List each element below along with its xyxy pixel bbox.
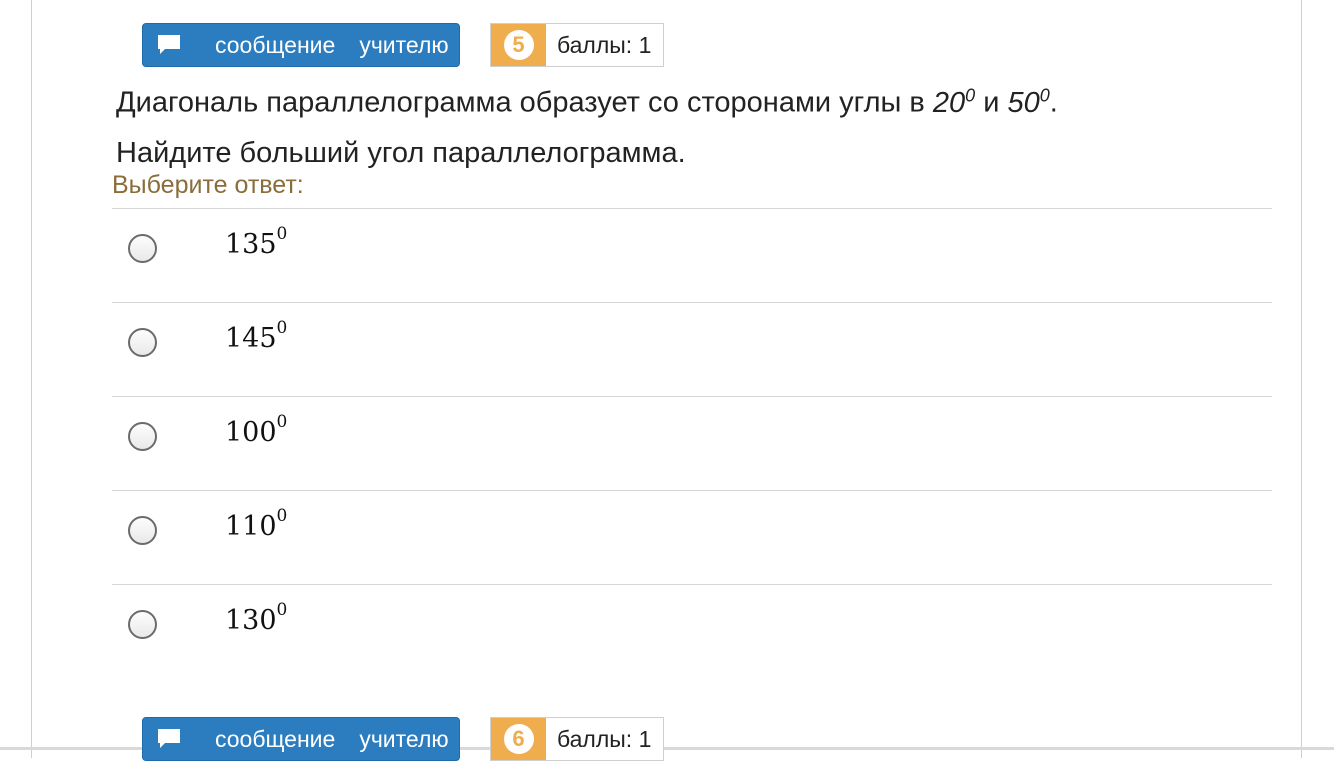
answer-exponent: 0 [276,412,288,432]
answer-exponent: 0 [276,506,288,526]
answer-text: 1350 [225,224,287,260]
question-score: 6 баллы: 1 [490,717,665,761]
angle-2-exponent: 0 [1039,85,1050,105]
answer-text: 1450 [225,318,287,354]
question-text: Диагональ параллелограмма образует со ст… [116,70,1116,178]
answer-option[interactable]: 1000 [112,396,1272,490]
message-button-label-word1: сообщение [215,31,336,58]
answer-text: 1100 [225,506,287,542]
answer-option[interactable]: 1350 [112,208,1272,302]
message-teacher-button[interactable]: сообщение учителю [142,717,460,761]
answer-text: 1300 [225,600,287,636]
question-text-part1: Диагональ параллелограмма образует со ст… [116,86,933,119]
speech-bubble-icon [156,34,182,56]
answer-value: 130 [225,605,277,636]
question-number-badge: 5 [491,24,546,66]
angle-1-exponent: 0 [965,85,976,105]
answer-radio[interactable] [128,328,157,357]
answer-radio[interactable] [128,234,157,263]
answer-exponent: 0 [276,600,288,620]
angle-2-value: 50 [1007,86,1040,119]
message-button-label-word2: учителю [359,31,449,58]
answer-option[interactable]: 1450 [112,302,1272,396]
answer-radio[interactable] [128,610,157,639]
answer-value: 135 [225,229,277,260]
angle-1-value: 20 [932,86,966,119]
answer-value: 145 [225,323,277,354]
answer-value: 110 [225,511,277,542]
angle-1: 200 [932,85,976,119]
question-toolbar: сообщение учителю 6 баллы: 1 [142,717,665,761]
question-text-part2: и [975,86,1008,119]
answer-option[interactable]: 1300 [112,584,1272,678]
answer-text: 1000 [225,412,287,448]
message-teacher-button[interactable]: сообщение учителю [142,23,460,67]
answer-radio[interactable] [128,422,157,451]
answer-exponent: 0 [276,224,288,244]
answer-value: 100 [225,417,277,448]
message-button-label-word1: сообщение [215,725,336,752]
speech-bubble-icon [156,728,182,750]
answer-list: 1350 1450 1000 1100 1300 [112,208,1272,678]
question-score: 5 баллы: 1 [490,23,665,67]
answer-option[interactable]: 1100 [112,490,1272,584]
angle-2: 500 [1007,85,1050,119]
question-toolbar: сообщение учителю 5 баллы: 1 [142,23,665,67]
answer-exponent: 0 [276,318,288,338]
question-number-badge: 6 [491,718,546,760]
message-button-label-word2: учителю [359,725,449,752]
question-number: 5 [503,30,534,60]
points-label: баллы: 1 [557,725,652,752]
answer-radio[interactable] [128,516,157,545]
choose-answer-label: Выберите ответ: [112,171,304,199]
points-label: баллы: 1 [557,31,652,58]
